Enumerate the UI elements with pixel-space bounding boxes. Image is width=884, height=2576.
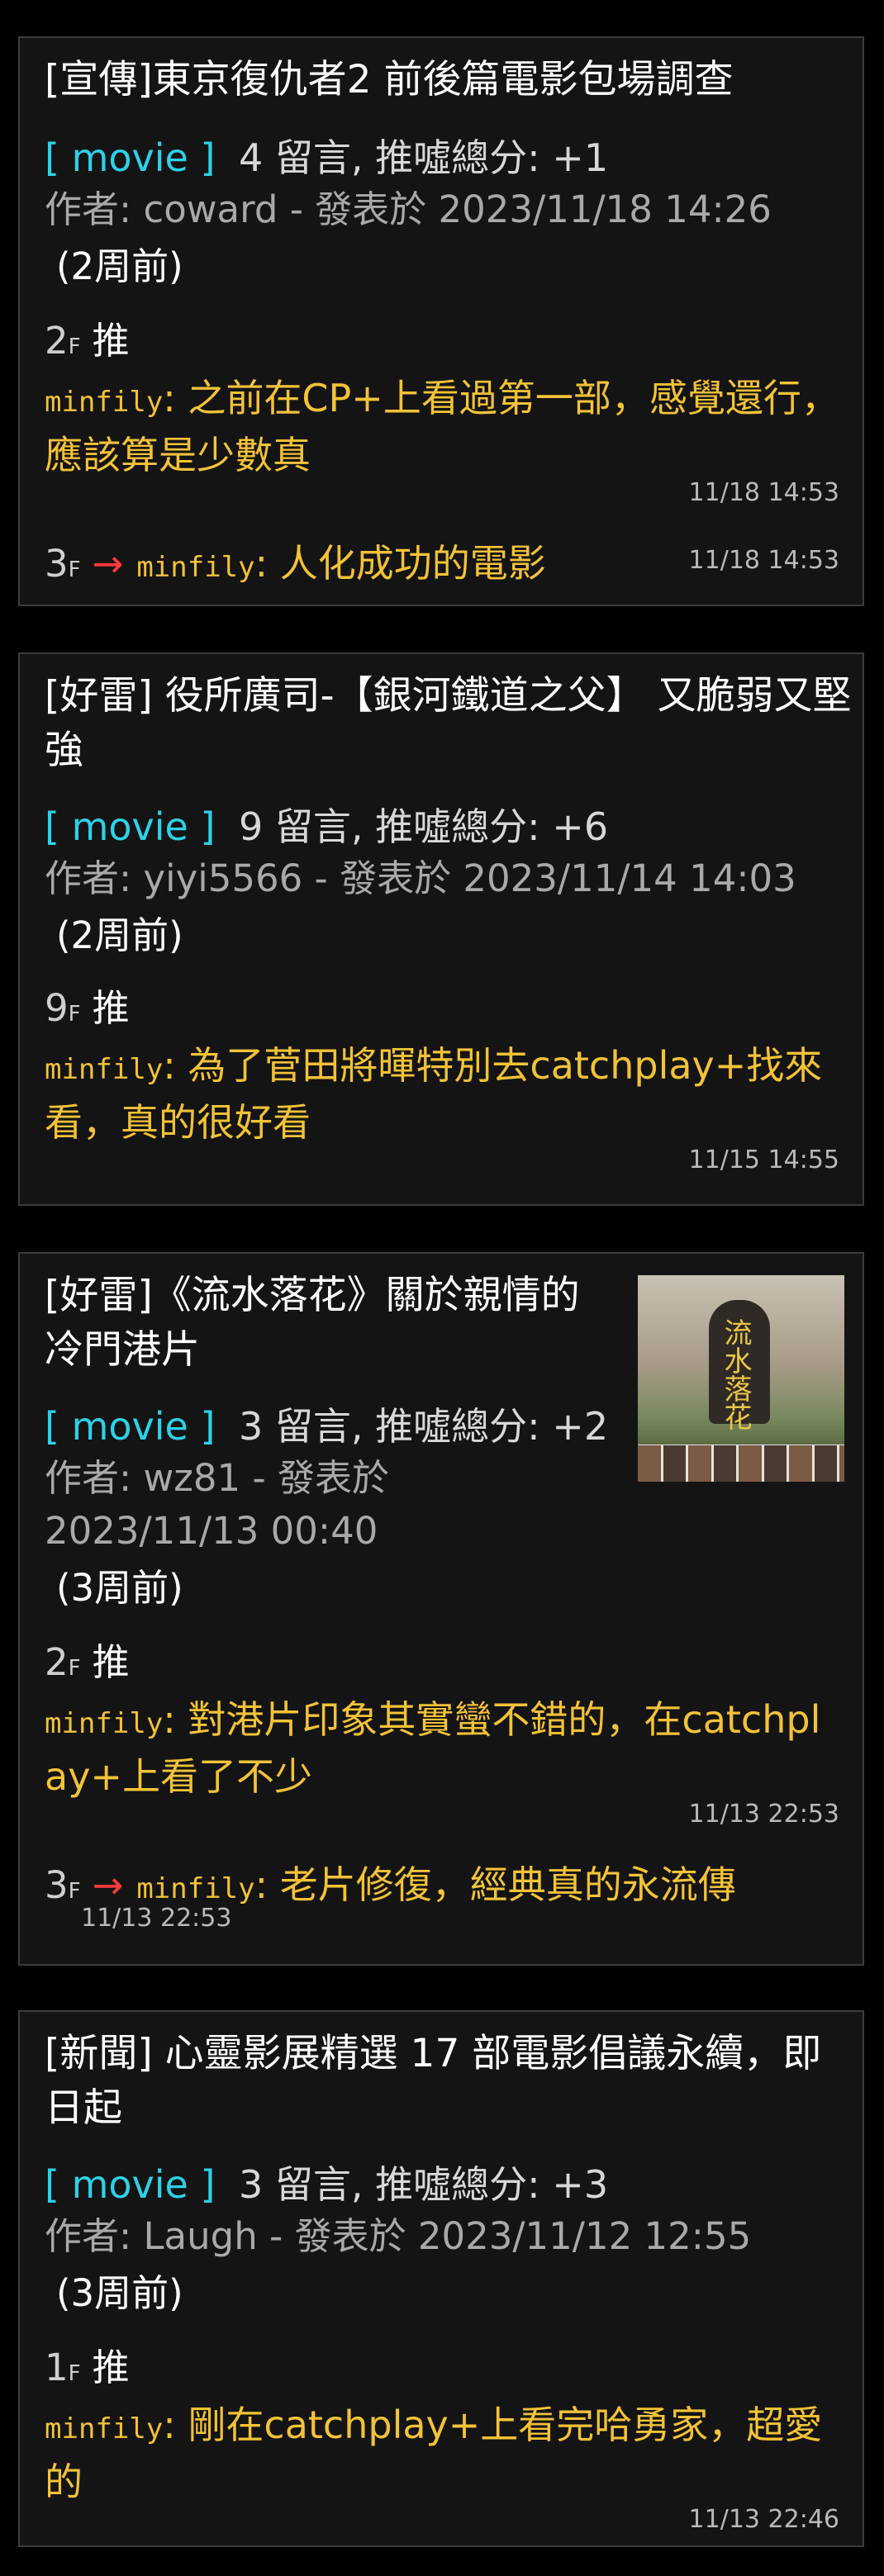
board-tag[interactable]: [ movie ] (45, 1404, 215, 1449)
comment-user[interactable]: minfily (45, 2412, 163, 2446)
floor-number: 9 (45, 986, 69, 1030)
comment-floor: 2F 推 (45, 1644, 130, 1681)
floor-number: 3 (45, 542, 69, 586)
post-info: 作者: coward - 發表於 2023/11/18 14:26 (45, 187, 772, 231)
push-tag: 推 (92, 2346, 130, 2389)
floor-suffix: F (68, 334, 81, 359)
post-meta: [ movie ] 3 留言, 推噓總分: +2 (45, 1407, 608, 1445)
post-title[interactable]: [好雷]《流水落花》關於親情的冷門港片 (45, 1269, 615, 1378)
post-ago: (2周前) (56, 913, 183, 957)
post-ago: (3周前) (56, 1566, 183, 1610)
comment-user[interactable]: minfily (45, 1053, 163, 1086)
arrow-icon: → (92, 1863, 124, 1907)
push-tag: 推 (92, 1640, 130, 1684)
comment-body: : 之前在CP+上看過第一部，感覺還行，應該算是少數真 (45, 376, 839, 477)
post-meta: [ movie ] 9 留言, 推噓總分: +6 (45, 808, 608, 846)
post-meta: [ movie ] 4 留言, 推噓總分: +1 (45, 139, 608, 177)
post-thumbnail[interactable]: 流水落花 (638, 1275, 844, 1482)
post-summary: 3 留言, 推噓總分: +3 (239, 2162, 609, 2207)
push-tag: 推 (92, 986, 130, 1030)
post-card[interactable]: [新聞] 心靈影展精選 17 部電影倡議永續，即日起 [ movie ] 3 留… (18, 2010, 864, 2547)
post-summary: 4 留言, 推噓總分: +1 (239, 135, 609, 180)
arrow-icon: → (92, 542, 124, 586)
floor-suffix: F (68, 1656, 81, 1681)
post-info: 作者: yiyi5566 - 發表於 2023/11/14 14:03 (45, 856, 796, 900)
post-info: 作者: Laugh - 發表於 2023/11/12 12:55 (45, 2214, 752, 2258)
post-card[interactable]: [宣傳]東京復仇者2 前後篇電影包場調查 [ movie ] 4 留言, 推噓總… (18, 36, 864, 606)
thumbnail-title: 流水落花 (719, 1318, 752, 1430)
floor-suffix: F (68, 1002, 81, 1027)
post-card[interactable]: [好雷]《流水落花》關於親情的冷門港片 流水落花 [ movie ] 3 留言,… (18, 1252, 864, 1966)
comment-user[interactable]: minfily (136, 1872, 254, 1905)
comment-time: 11/13 22:53 (688, 1800, 839, 1829)
board-tag[interactable]: [ movie ] (45, 135, 215, 180)
floor-number: 2 (45, 1640, 69, 1684)
post-title[interactable]: [宣傳]東京復仇者2 前後篇電影包場調查 (45, 53, 838, 107)
comment-floor: 9F 推 (45, 989, 130, 1027)
push-tag: 推 (92, 319, 130, 363)
floor-suffix: F (68, 1879, 81, 1904)
comment-floor: 1F 推 (45, 2349, 130, 2386)
post-card[interactable]: [好雷] 役所廣司-【銀河鐵道之父】 又脆弱又堅強 [ movie ] 9 留言… (18, 652, 864, 1206)
post-meta: [ movie ] 3 留言, 推噓總分: +3 (45, 2166, 608, 2204)
comment-time: 11/18 14:53 (688, 546, 839, 575)
post-ago: (3周前) (56, 2271, 183, 2315)
post-summary: 9 留言, 推噓總分: +6 (239, 804, 609, 849)
comment-time: 11/15 14:55 (688, 1146, 839, 1174)
floor-number: 1 (45, 2346, 69, 2389)
thumbnail-strip (638, 1445, 844, 1482)
board-tag[interactable]: [ movie ] (45, 804, 215, 849)
comment-time: 11/18 14:53 (688, 478, 839, 507)
comment-text: minfily: 剛在catchplay+上看完哈勇家，超愛的 (45, 2398, 838, 2508)
comment-text: minfily: 之前在CP+上看過第一部，感覺還行，應該算是少數真 (45, 372, 846, 482)
comment-user[interactable]: minfily (45, 1707, 163, 1740)
comment-time: 11/13 22:46 (688, 2505, 839, 2534)
post-title[interactable]: [好雷] 役所廣司-【銀河鐵道之父】 又脆弱又堅強 (45, 669, 854, 778)
comment-body: : 人化成功的電影 (254, 541, 546, 586)
post-title[interactable]: [新聞] 心靈影展精選 17 部電影倡議永續，即日起 (45, 2027, 854, 2136)
floor-number: 2 (45, 319, 69, 363)
comment-time: 11/13 22:53 (81, 1904, 232, 1933)
post-ago: (2周前) (56, 244, 183, 288)
comment-text: minfily: 對港片印象其實蠻不錯的，在catchplay+上看了不少 (45, 1693, 842, 1803)
floor-suffix: F (68, 2361, 81, 2386)
comment-body: : 老片修復，經典真的永流傳 (254, 1862, 736, 1907)
comment-user[interactable]: minfily (45, 386, 163, 419)
comment-floor: 2F 推 (45, 322, 130, 359)
floor-suffix: F (68, 557, 81, 582)
comment-user[interactable]: minfily (136, 551, 254, 584)
comment-text: minfily: 為了菅田將暉特別去catchplay+找來看，真的很好看 (45, 1039, 846, 1149)
board-tag[interactable]: [ movie ] (45, 2162, 215, 2207)
post-info: 作者: wz81 - 發表於 2023/11/13 00:40 (45, 1456, 389, 1553)
floor-number: 3 (45, 1863, 69, 1907)
comment-floor: 3F → minfily: 人化成功的電影 (45, 537, 546, 590)
post-summary: 3 留言, 推噓總分: +2 (239, 1404, 609, 1449)
